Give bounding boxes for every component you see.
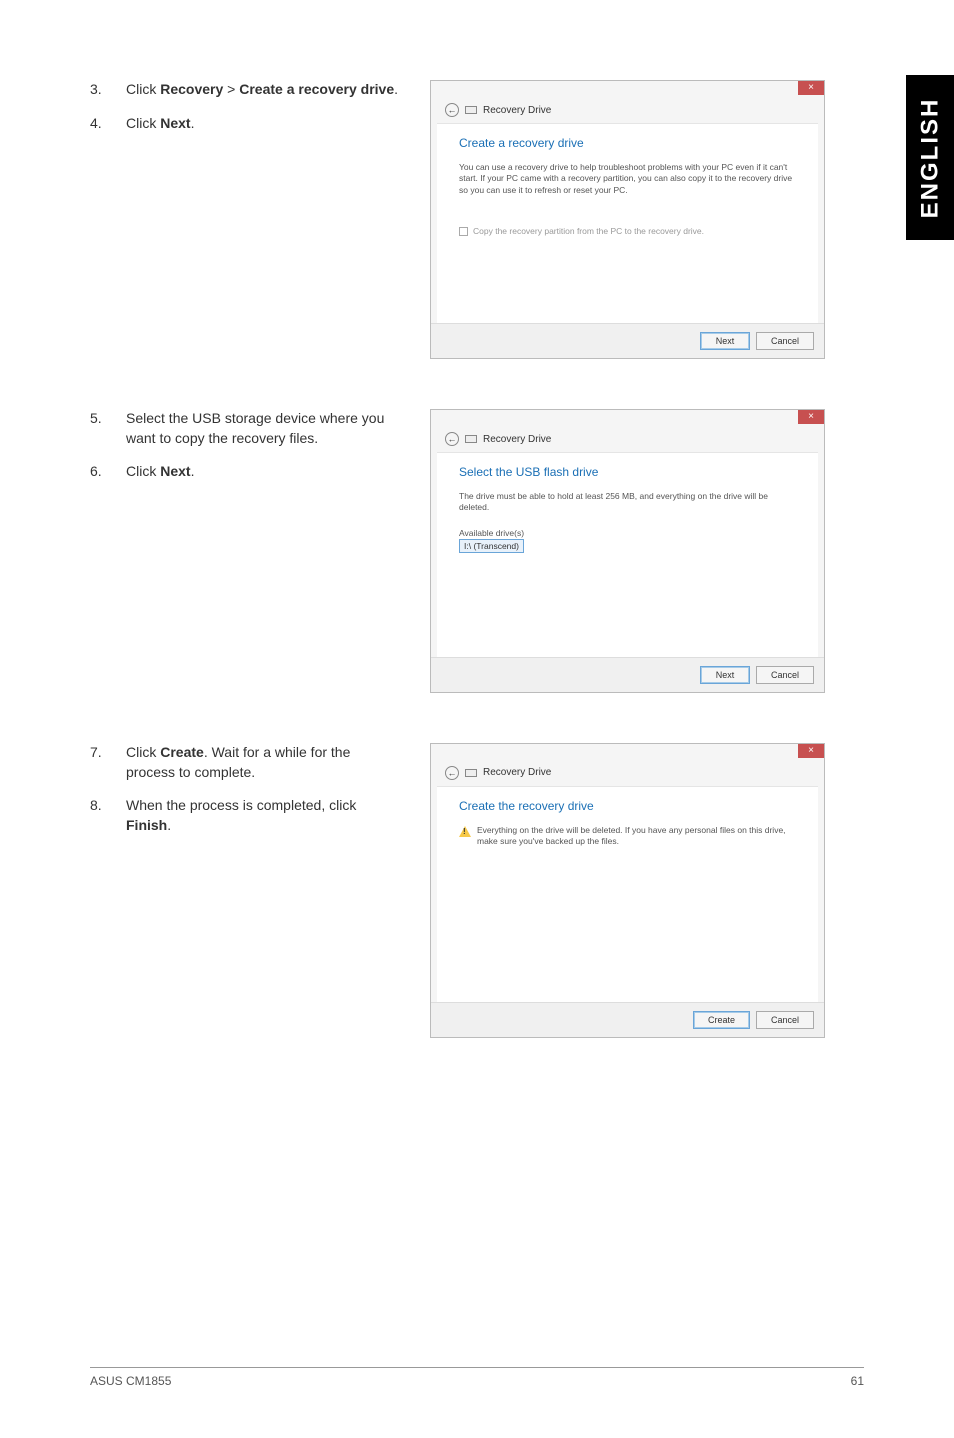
- steps-col-2: 5. Select the USB storage device where y…: [90, 409, 400, 693]
- step-3: 3. Click Recovery > Create a recovery dr…: [90, 80, 400, 100]
- step-text: Click Next.: [126, 114, 400, 134]
- instruction-block-1: 3. Click Recovery > Create a recovery dr…: [90, 80, 864, 359]
- step-text: Click Recovery > Create a recovery drive…: [126, 80, 400, 100]
- back-arrow-icon[interactable]: ←: [445, 432, 459, 446]
- back-arrow-icon[interactable]: ←: [445, 766, 459, 780]
- dialog-body: Create the recovery drive Everything on …: [437, 786, 818, 1002]
- step-text: Click Next.: [126, 462, 400, 482]
- step-number: 6.: [90, 462, 104, 482]
- footer-product: ASUS CM1855: [90, 1374, 171, 1388]
- step-text: Click Create. Wait for a while for the p…: [126, 743, 400, 782]
- dialog-titlebar: ×: [431, 410, 824, 428]
- step-6: 6. Click Next.: [90, 462, 400, 482]
- dialog-breadcrumb: ← Recovery Drive: [431, 99, 824, 119]
- dialog-heading: Create a recovery drive: [459, 136, 796, 150]
- back-arrow-icon[interactable]: ←: [445, 103, 459, 117]
- drive-icon: [465, 106, 477, 114]
- dialog-col-1: × ← Recovery Drive Create a recovery dri…: [430, 80, 864, 359]
- dialog-col-2: × ← Recovery Drive Select the USB flash …: [430, 409, 864, 693]
- warning-icon: [459, 826, 471, 837]
- step-number: 8.: [90, 796, 104, 835]
- dialog-description: You can use a recovery drive to help tro…: [459, 162, 796, 196]
- step-text: When the process is completed, click Fin…: [126, 796, 400, 835]
- available-drives-label: Available drive(s): [459, 528, 796, 538]
- dialog-heading: Create the recovery drive: [459, 799, 796, 813]
- next-button[interactable]: Next: [700, 332, 750, 350]
- dialog-footer: Create Cancel: [431, 1002, 824, 1037]
- breadcrumb-label: Recovery Drive: [483, 105, 551, 116]
- dialog-titlebar: ×: [431, 744, 824, 762]
- dialog-heading: Select the USB flash drive: [459, 465, 796, 479]
- create-button[interactable]: Create: [693, 1011, 750, 1029]
- dialog-body: Select the USB flash drive The drive mus…: [437, 452, 818, 657]
- dialog-col-3: × ← Recovery Drive Create the recovery d…: [430, 743, 864, 1038]
- recovery-dialog-create: × ← Recovery Drive Create a recovery dri…: [430, 80, 825, 359]
- checkbox-label: Copy the recovery partition from the PC …: [473, 226, 704, 236]
- cancel-button[interactable]: Cancel: [756, 332, 814, 350]
- dialog-footer: Next Cancel: [431, 657, 824, 692]
- available-drive-item[interactable]: I:\ (Transcend): [459, 539, 524, 553]
- steps-col-3: 7. Click Create. Wait for a while for th…: [90, 743, 400, 1038]
- page-footer: ASUS CM1855 61: [90, 1367, 864, 1388]
- warning-text: Everything on the drive will be deleted.…: [477, 825, 796, 848]
- dialog-titlebar: ×: [431, 81, 824, 99]
- step-8: 8. When the process is completed, click …: [90, 796, 400, 835]
- step-number: 7.: [90, 743, 104, 782]
- step-number: 4.: [90, 114, 104, 134]
- dialog-breadcrumb: ← Recovery Drive: [431, 428, 824, 448]
- checkbox-icon[interactable]: [459, 227, 468, 236]
- step-7: 7. Click Create. Wait for a while for th…: [90, 743, 400, 782]
- dialog-body: Create a recovery drive You can use a re…: [437, 123, 818, 323]
- footer-page-number: 61: [851, 1374, 864, 1388]
- recovery-dialog-select-usb: × ← Recovery Drive Select the USB flash …: [430, 409, 825, 693]
- dialog-description: The drive must be able to hold at least …: [459, 491, 796, 514]
- warning-row: Everything on the drive will be deleted.…: [459, 825, 796, 848]
- steps-col-1: 3. Click Recovery > Create a recovery dr…: [90, 80, 400, 359]
- close-button[interactable]: ×: [798, 410, 824, 424]
- step-4: 4. Click Next.: [90, 114, 400, 134]
- dialog-footer: Next Cancel: [431, 323, 824, 358]
- drive-icon: [465, 435, 477, 443]
- cancel-button[interactable]: Cancel: [756, 1011, 814, 1029]
- step-5: 5. Select the USB storage device where y…: [90, 409, 400, 448]
- breadcrumb-label: Recovery Drive: [483, 434, 551, 445]
- dialog-breadcrumb: ← Recovery Drive: [431, 762, 824, 782]
- copy-partition-checkbox-row: Copy the recovery partition from the PC …: [459, 226, 796, 236]
- close-button[interactable]: ×: [798, 744, 824, 758]
- drive-icon: [465, 769, 477, 777]
- breadcrumb-label: Recovery Drive: [483, 767, 551, 778]
- step-text: Select the USB storage device where you …: [126, 409, 400, 448]
- next-button[interactable]: Next: [700, 666, 750, 684]
- instruction-block-3: 7. Click Create. Wait for a while for th…: [90, 743, 864, 1038]
- recovery-dialog-confirm: × ← Recovery Drive Create the recovery d…: [430, 743, 825, 1038]
- instruction-block-2: 5. Select the USB storage device where y…: [90, 409, 864, 693]
- step-number: 5.: [90, 409, 104, 448]
- step-number: 3.: [90, 80, 104, 100]
- cancel-button[interactable]: Cancel: [756, 666, 814, 684]
- page-content: 3. Click Recovery > Create a recovery dr…: [0, 0, 954, 1438]
- close-button[interactable]: ×: [798, 81, 824, 95]
